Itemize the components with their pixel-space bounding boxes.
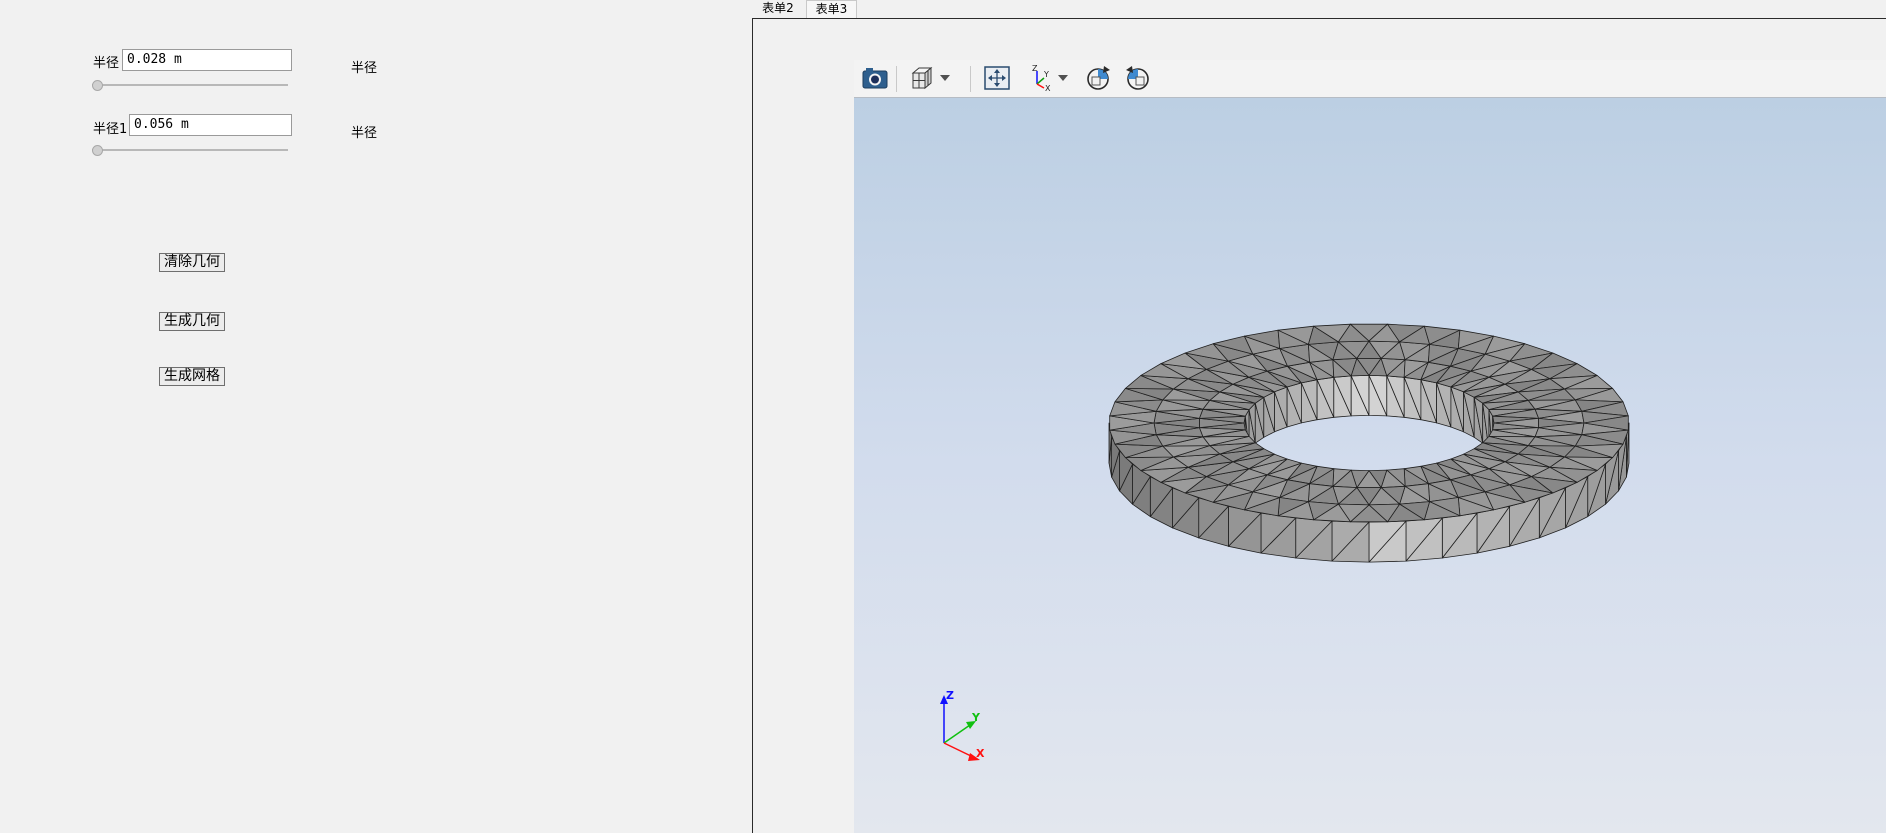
slider-track [92,84,288,86]
generate-mesh-button[interactable]: 生成网格 [159,367,225,386]
viewer-toolbar: Z Y X [854,60,1886,98]
fit-view-icon [984,66,1010,90]
generate-geometry-button[interactable]: 生成几何 [159,312,225,331]
dropdown-arrow-icon [1058,75,1068,81]
tab-form3[interactable]: 表单3 [806,0,857,18]
panel-border [752,18,753,833]
view-cube-button[interactable] [908,64,938,92]
toolbar-separator [970,66,971,92]
clear-geometry-button[interactable]: 清除几何 [159,253,225,272]
axes-orientation-icon: Z Y X [1032,64,1051,92]
dropdown-arrow-icon [940,75,950,81]
slider-thumb[interactable] [92,145,103,156]
3d-viewport[interactable]: Z Y X [854,98,1886,833]
axes-orientation-button[interactable]: Z Y X [1026,64,1056,92]
camera-icon [862,68,888,89]
rotate-counterclockwise-icon [1126,66,1149,90]
param2-label: 半径1 [93,122,128,137]
slider-thumb[interactable] [92,80,103,91]
radius-slider[interactable] [92,80,288,91]
svg-text:X: X [1045,84,1051,92]
rotate-cw-button[interactable] [1082,64,1114,92]
meshed-annulus-model [1108,323,1630,563]
axis-y-label: Y [971,711,981,724]
screenshot-button[interactable] [858,64,892,92]
rotate-ccw-button[interactable] [1122,64,1154,92]
radius1-slider[interactable] [92,145,288,156]
view-cube-icon [911,66,933,90]
slider-track [92,149,288,151]
fit-view-button[interactable] [982,64,1012,92]
param2-side-label: 半径 [351,126,378,141]
axes-dropdown-button[interactable] [1056,64,1070,92]
axis-z-label: Z [946,689,954,702]
tab-form2[interactable]: 表单2 [752,0,804,18]
radius1-input[interactable]: 0.056 m [129,114,292,136]
param1-label: 半径 [93,56,120,71]
mesh-view: Z Y X [940,323,1630,761]
param1-side-label: 半径 [351,61,378,76]
svg-text:Z: Z [1032,64,1038,73]
panel-border [752,18,1886,19]
toolbar-separator [896,66,897,92]
rotate-clockwise-icon [1087,66,1110,90]
svg-text:Y: Y [1043,70,1049,79]
view-dropdown-button[interactable] [938,64,952,92]
axis-triad: Z Y X [940,689,985,761]
radius-input[interactable]: 0.028 m [122,49,292,71]
axis-x-label: X [976,747,985,760]
